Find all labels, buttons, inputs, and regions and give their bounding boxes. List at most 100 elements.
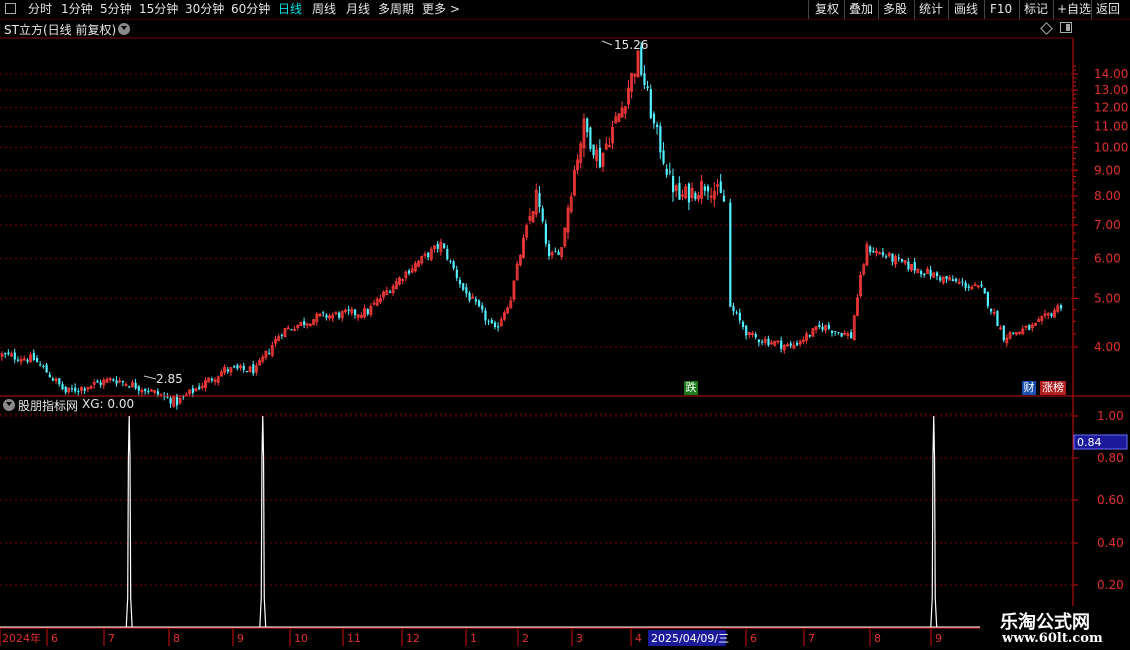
candle: [283, 327, 287, 338]
candle: [359, 312, 363, 319]
candle: [910, 263, 913, 273]
candle: [865, 241, 869, 267]
candle: [242, 362, 245, 373]
time-axis-label: 8: [173, 632, 180, 645]
candle: [872, 247, 875, 253]
candle: [1056, 303, 1060, 314]
xg-signal-series: [0, 415, 980, 629]
candle: [26, 358, 29, 364]
candle: [646, 80, 649, 91]
candle: [398, 276, 401, 286]
candle: [986, 291, 989, 309]
candle: [869, 244, 872, 256]
candle: [198, 383, 201, 391]
price-tick-label: 8.00: [1094, 189, 1121, 203]
candle: [1024, 325, 1028, 331]
candle: [96, 379, 99, 383]
candle: [1012, 332, 1015, 335]
candle: [767, 335, 770, 348]
grid-lines: [0, 73, 1073, 586]
candle: [223, 364, 227, 376]
candle: [923, 273, 926, 278]
candle: [970, 285, 974, 290]
candle: [862, 262, 866, 277]
candle: [58, 378, 61, 387]
candle: [391, 283, 395, 297]
candle: [878, 251, 882, 255]
candle: [560, 247, 564, 260]
badge-die[interactable]: 跌: [684, 381, 698, 395]
candle: [35, 355, 39, 363]
candle: [732, 302, 735, 316]
candle: [671, 168, 675, 202]
candle: [32, 349, 35, 362]
candle: [1008, 330, 1012, 340]
candle: [1018, 331, 1021, 335]
candle: [607, 137, 611, 148]
candle: [773, 340, 777, 347]
candle: [859, 271, 862, 298]
candle: [719, 173, 722, 194]
candle: [13, 348, 16, 364]
watermark: 乐淘公式网 www.60lt.com: [980, 606, 1130, 650]
candle: [347, 305, 350, 316]
candle: [754, 332, 757, 340]
candle: [782, 344, 786, 354]
candle: [709, 187, 713, 204]
candle: [328, 313, 331, 321]
candle: [957, 278, 961, 285]
candle: [280, 333, 284, 340]
candle: [722, 189, 726, 203]
candle: [213, 377, 217, 386]
candle: [394, 277, 398, 290]
candle: [229, 367, 233, 377]
candle: [522, 234, 525, 259]
candle: [814, 326, 818, 334]
candle: [518, 253, 522, 267]
stock-chart[interactable]: 14.0013.0012.0011.0010.009.008.007.006.0…: [0, 0, 1130, 650]
badge-zhangbang[interactable]: 涨榜: [1040, 381, 1066, 395]
indicator-dropdown-icon[interactable]: [3, 399, 15, 411]
price-tick-label: 10.00: [1094, 140, 1128, 154]
candle: [834, 330, 837, 336]
candle: [801, 336, 805, 345]
candle: [843, 330, 847, 336]
candle: [67, 387, 71, 395]
candle: [363, 304, 366, 319]
candle: [64, 385, 67, 395]
candle: [649, 84, 652, 119]
price-tick-label: 13.00: [1094, 83, 1128, 97]
candle: [694, 191, 697, 202]
panel-toggle-icon[interactable]: [1060, 22, 1072, 33]
candle: [703, 183, 706, 196]
candle: [410, 264, 414, 274]
candle: [776, 340, 780, 345]
candle: [89, 385, 93, 390]
candle: [499, 316, 503, 327]
candle: [668, 162, 671, 176]
candle: [420, 255, 424, 266]
badge-cai[interactable]: 财: [1022, 381, 1036, 395]
candle: [478, 299, 481, 308]
candle: [236, 363, 239, 371]
candle: [353, 309, 357, 319]
candle: [538, 185, 541, 213]
candle: [427, 252, 430, 261]
title-dropdown-icon[interactable]: [118, 23, 130, 35]
candle: [983, 287, 986, 294]
candle: [102, 377, 106, 389]
candle: [70, 384, 74, 393]
candle: [1005, 334, 1009, 347]
date-highlight-text: 2025/04/09/三: [651, 632, 729, 645]
candle: [678, 176, 681, 200]
candle: [258, 357, 261, 366]
candle: [207, 377, 211, 383]
candle: [194, 387, 198, 392]
indicator-value: XG: 0.00: [82, 397, 135, 411]
candle: [706, 184, 710, 200]
candle: [1043, 309, 1047, 319]
candle: [497, 322, 500, 332]
candle: [315, 312, 319, 326]
candle: [674, 183, 678, 198]
candle: [39, 361, 42, 367]
